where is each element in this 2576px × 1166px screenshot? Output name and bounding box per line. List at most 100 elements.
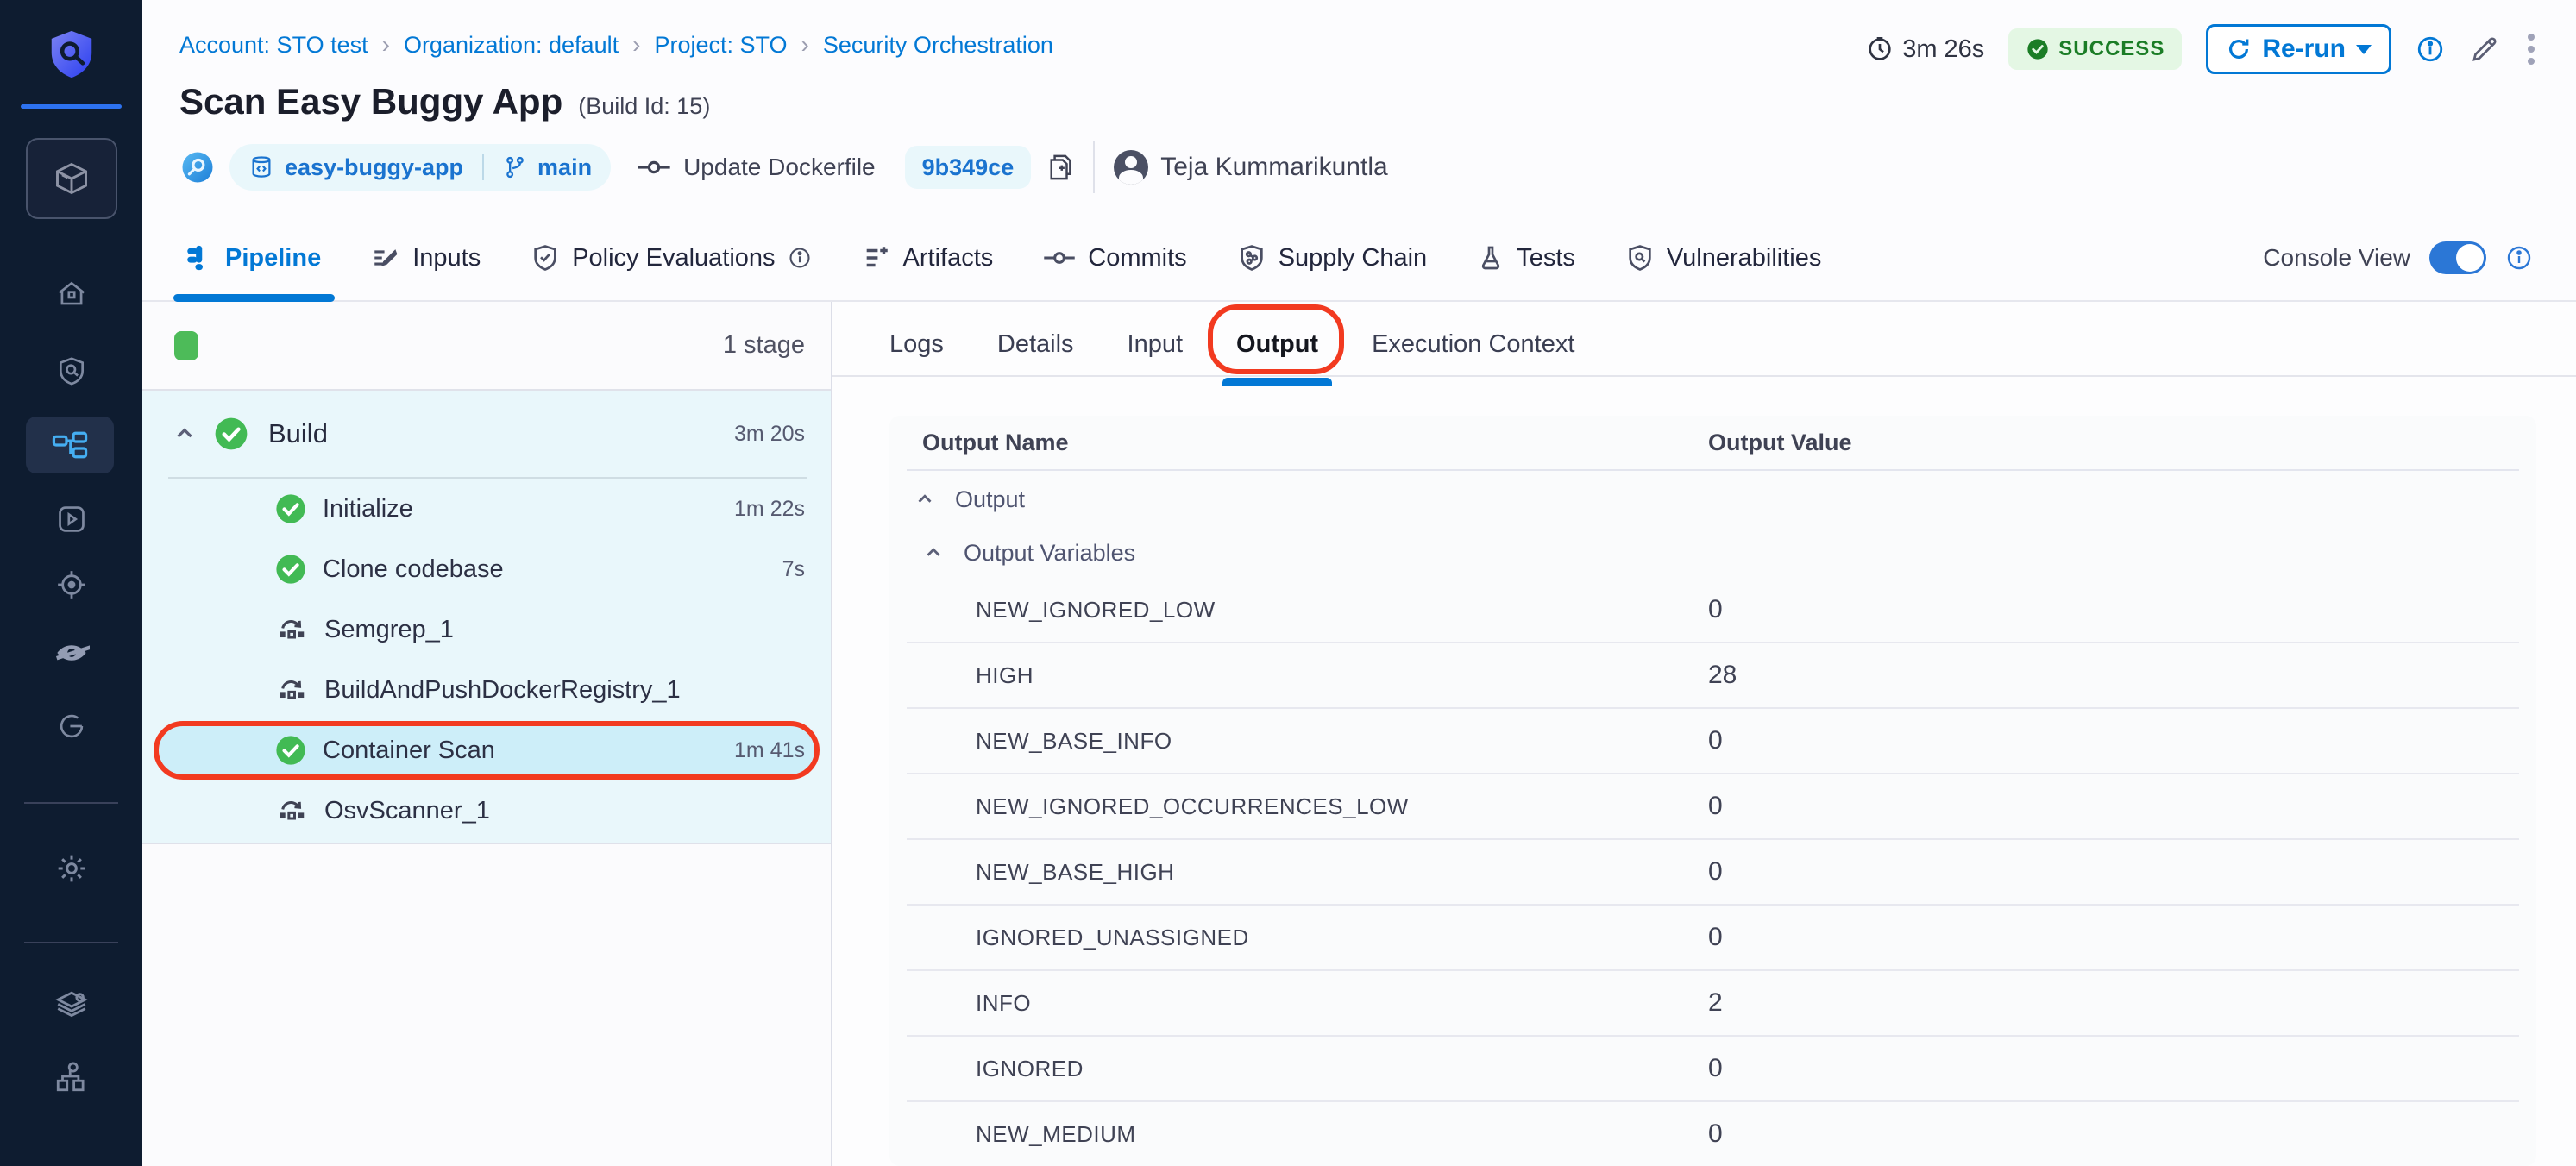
step-row-semgrep[interactable]: Semgrep_1 (142, 599, 831, 660)
tree-bottom-divider (142, 843, 831, 844)
stage-duration: 3m 20s (734, 422, 805, 447)
chevron-up-icon[interactable] (172, 421, 198, 447)
tab-vulnerabilities[interactable]: Vulnerabilities (1625, 216, 1821, 300)
tab-supply-chain[interactable]: Supply Chain (1237, 216, 1428, 300)
step-name: BuildAndPushDockerRegistry_1 (324, 676, 681, 705)
commit-sha[interactable]: 9b349ce (922, 154, 1015, 181)
output-name-header: Output Name (907, 429, 1708, 456)
tab-policy-evaluations[interactable]: Policy Evaluations (531, 216, 811, 300)
step-row-initialize[interactable]: Initialize 1m 22s (142, 479, 831, 539)
copy-icon[interactable] (1045, 151, 1074, 184)
output-var-value: 0 (1708, 1054, 1723, 1083)
tab-tests[interactable]: Tests (1477, 216, 1575, 300)
tab-output-active[interactable]: Output (1236, 330, 1318, 359)
step-row-container-scan-selected[interactable]: Container Scan 1m 41s (142, 720, 831, 780)
tab-commits[interactable]: Commits (1043, 216, 1186, 300)
output-var-name: NEW_BASE_HIGH (907, 859, 1708, 886)
pipelines-icon (52, 430, 88, 460)
stage-name: Build (268, 418, 328, 449)
table-row: NEW_BASE_INFO 0 (907, 707, 2519, 773)
sidebar-item-exemptions[interactable] (0, 625, 142, 680)
step-name: Clone codebase (323, 555, 504, 584)
output-var-name: IGNORED (907, 1056, 1708, 1082)
sidebar-item-overview[interactable] (0, 343, 142, 398)
info-icon[interactable] (2505, 244, 2533, 272)
supply-chain-shield-icon (1237, 243, 1266, 273)
codebase-sphere-icon (179, 149, 216, 185)
output-table-card: Output Name Output Value Output Output V… (889, 416, 2536, 1166)
table-row: INFO 2 (907, 969, 2519, 1035)
execution-play-icon (55, 503, 88, 536)
commit-sha-pill[interactable]: 9b349ce (905, 146, 1032, 189)
flask-icon (1477, 243, 1505, 273)
stage-row-build[interactable]: Build 3m 20s (142, 391, 831, 477)
module-selector-button[interactable] (26, 138, 117, 219)
step-row-osvscanner[interactable]: OsvScanner_1 (142, 780, 831, 841)
breadcrumb-module[interactable]: Security Orchestration (823, 32, 1053, 59)
build-id-label: (Build Id: 15) (578, 93, 710, 120)
edit-pencil-icon[interactable] (2469, 34, 2500, 65)
breadcrumb: Account: STO test › Organization: defaul… (179, 31, 1053, 59)
tab-details[interactable]: Details (997, 330, 1074, 359)
breadcrumb-separator: › (801, 31, 809, 59)
output-group-row[interactable]: Output (907, 471, 2519, 528)
output-var-value: 0 (1708, 1119, 1723, 1149)
loop-strategy-icon (274, 613, 309, 646)
sidebar-item-home[interactable] (0, 266, 142, 322)
tab-input[interactable]: Input (1128, 330, 1184, 359)
power-circle-icon (55, 710, 88, 743)
tab-logs[interactable]: Logs (889, 330, 944, 359)
header-actions: 3m 26s SUCCESS Re-run (1866, 24, 2538, 74)
sidebar-item-org-structure[interactable] (0, 1049, 142, 1104)
commit-message[interactable]: Update Dockerfile (683, 154, 876, 181)
rerun-label: Re-run (2262, 34, 2346, 64)
sidebar-item-default-settings[interactable] (0, 979, 142, 1034)
output-variables-group-row[interactable]: Output Variables (907, 528, 2519, 578)
status-text: SUCCESS (2058, 37, 2164, 61)
chevron-down-icon (2356, 45, 2372, 54)
sidebar-item-pipelines-active[interactable] (26, 417, 114, 473)
output-var-name: INFO (907, 990, 1708, 1017)
vulnerabilities-shield-icon (1625, 243, 1655, 273)
refresh-icon (2226, 36, 2252, 62)
repo-branch-pill[interactable]: easy-buggy-app main (229, 144, 611, 191)
check-circle-icon (2026, 37, 2050, 61)
tab-inputs[interactable]: Inputs (371, 216, 481, 300)
breadcrumb-project[interactable]: Project: STO (654, 32, 787, 59)
duration-value: 3m 26s (1902, 35, 1984, 64)
target-crosshair-icon (54, 567, 89, 602)
sidebar-item-settings[interactable] (0, 841, 142, 896)
console-view-cluster: Console View (2263, 241, 2576, 274)
eye-slash-icon (53, 635, 90, 671)
tab-pipeline[interactable]: Pipeline (184, 216, 321, 300)
tab-label: Inputs (412, 244, 481, 273)
sidebar-item-targets[interactable] (0, 557, 142, 612)
info-icon[interactable] (788, 246, 812, 270)
rerun-button[interactable]: Re-run (2206, 24, 2391, 74)
output-var-value: 0 (1708, 726, 1723, 755)
output-var-value: 0 (1708, 595, 1723, 624)
table-row: NEW_BASE_HIGH 0 (907, 838, 2519, 904)
chevron-up-icon[interactable] (922, 542, 945, 564)
table-row: NEW_MEDIUM 0 (907, 1100, 2519, 1166)
chevron-up-icon[interactable] (914, 488, 936, 511)
sidebar-item-executions[interactable] (0, 492, 142, 547)
tab-label: Artifacts (903, 244, 994, 273)
sidebar-item-get-started[interactable] (0, 699, 142, 754)
info-icon[interactable] (2416, 34, 2445, 64)
branch-name[interactable]: main (537, 154, 592, 181)
stage-tree-panel: 1 stage Build 3m 20s (142, 302, 832, 1166)
tab-label: Commits (1088, 244, 1186, 273)
breadcrumb-account[interactable]: Account: STO test (179, 32, 368, 59)
repo-name[interactable]: easy-buggy-app (285, 154, 463, 181)
tab-label: Pipeline (225, 244, 321, 273)
breadcrumb-organization[interactable]: Organization: default (404, 32, 619, 59)
more-options-menu-icon[interactable] (2524, 30, 2538, 68)
tab-artifacts[interactable]: Artifacts (862, 216, 994, 300)
tab-execution-context[interactable]: Execution Context (1372, 330, 1574, 359)
hierarchy-gear-icon (53, 1058, 90, 1094)
git-branch-icon (503, 155, 527, 179)
step-row-clone-codebase[interactable]: Clone codebase 7s (142, 539, 831, 599)
step-row-build-and-push[interactable]: BuildAndPushDockerRegistry_1 (142, 660, 831, 720)
console-view-toggle[interactable] (2429, 241, 2486, 274)
